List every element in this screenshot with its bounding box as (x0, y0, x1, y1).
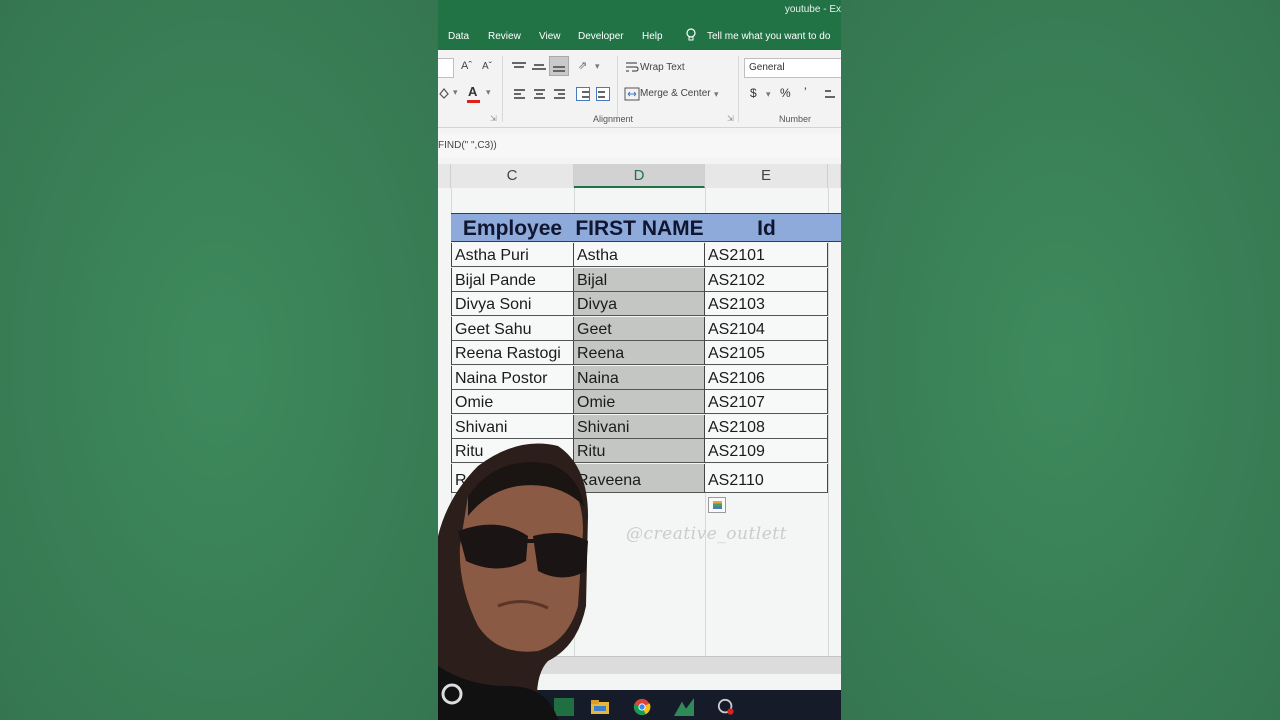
employee-cell[interactable]: Astha Puri (451, 243, 574, 268)
id-cell[interactable]: AS2105 (705, 341, 828, 366)
percent-button[interactable]: % (780, 86, 791, 100)
currency-dropdown-icon[interactable]: ▾ (766, 89, 771, 100)
column-header-d[interactable]: D (574, 164, 705, 188)
employee-cell[interactable]: Omie (451, 390, 574, 415)
first-name-cell[interactable]: Divya (574, 292, 705, 317)
tool-taskbar-icon[interactable] (716, 698, 736, 716)
id-cell[interactable]: AS2108 (705, 415, 828, 440)
employee-cell[interactable]: Bijal Pande (451, 268, 574, 293)
lightbulb-icon (686, 28, 696, 41)
first-name-cell[interactable]: Omie (574, 390, 705, 415)
tell-me-search[interactable]: Tell me what you want to do (707, 31, 830, 42)
top-align-icon[interactable] (512, 60, 526, 72)
chrome-icon[interactable] (632, 698, 652, 716)
font-color-dropdown-icon[interactable]: ▾ (486, 87, 491, 98)
table-row: Omie Omie AS2107 (451, 390, 841, 415)
first-name-cell[interactable]: Bijal (574, 268, 705, 293)
first-name-cell[interactable]: Geet (574, 317, 705, 342)
column-header-f[interactable] (828, 164, 841, 188)
id-cell[interactable]: AS2110 (705, 464, 828, 493)
merge-dropdown-icon[interactable]: ▾ (714, 89, 719, 100)
merge-center-button[interactable]: Merge & Center (640, 88, 711, 99)
title-bar: youtube - Ex (438, 0, 841, 22)
first-name-cell[interactable]: Naina (574, 366, 705, 391)
bottom-align-icon[interactable] (549, 56, 569, 76)
header-id[interactable]: Id (705, 214, 828, 242)
right-background (841, 0, 1280, 720)
table-row: Astha Puri Astha AS2101 (451, 243, 841, 268)
table-row: Reena Rastogi Reena AS2105 (451, 341, 841, 366)
header-employee[interactable]: Employee (451, 214, 574, 242)
table-row: Geet Sahu Geet AS2104 (451, 317, 841, 342)
fill-color-icon[interactable] (438, 86, 454, 100)
window-title: youtube - Ex (784, 4, 841, 15)
menu-help[interactable]: Help (642, 31, 663, 42)
person-overlay-image (438, 443, 588, 720)
fill-color-dropdown-icon[interactable]: ▾ (453, 87, 458, 98)
orientation-dropdown-icon[interactable]: ▾ (595, 61, 600, 72)
employee-cell[interactable]: Naina Postor (451, 366, 574, 391)
font-color-icon[interactable]: A (468, 84, 477, 99)
currency-button[interactable]: $ (750, 86, 757, 100)
wrap-text-button[interactable]: Wrap Text (640, 62, 685, 73)
formula-bar[interactable]: FIND(" ",C3)) (438, 134, 841, 158)
font-size-dropdown[interactable] (438, 58, 454, 78)
increase-indent-icon[interactable] (596, 87, 610, 101)
comma-button[interactable]: ’ (804, 85, 807, 99)
column-header-e[interactable]: E (705, 164, 828, 188)
id-cell[interactable]: AS2106 (705, 366, 828, 391)
align-left-icon[interactable] (514, 88, 526, 100)
increase-decimal-icon[interactable] (825, 88, 837, 100)
table-row: Bijal Pande Bijal AS2102 (451, 268, 841, 293)
employee-cell[interactable]: Reena Rastogi (451, 341, 574, 366)
column-header-c[interactable]: C (451, 164, 574, 188)
first-name-cell[interactable]: Astha (574, 243, 705, 268)
menu-developer[interactable]: Developer (578, 31, 624, 42)
decrease-font-icon[interactable]: Aˇ (482, 61, 492, 72)
wrap-text-icon[interactable] (624, 60, 640, 74)
first-name-cell[interactable]: Reena (574, 341, 705, 366)
align-right-icon[interactable] (554, 88, 566, 100)
formula-text: FIND(" ",C3)) (438, 140, 497, 151)
id-cell[interactable]: AS2101 (705, 243, 828, 268)
ribbon-separator (502, 56, 503, 122)
table-header-row: Employee FIRST NAME Id (451, 213, 841, 242)
increase-font-icon[interactable]: Aˆ (461, 60, 472, 72)
id-cell[interactable]: AS2102 (705, 268, 828, 293)
watermark-handle: @creative_outlett (626, 524, 787, 544)
table-row: Divya Soni Divya AS2103 (451, 292, 841, 317)
excel-window: youtube - Ex Data Review View Developer … (438, 0, 841, 720)
decrease-indent-icon[interactable] (576, 87, 590, 101)
number-group-label: Number (779, 114, 812, 124)
font-color-swatch (467, 100, 480, 103)
menu-review[interactable]: Review (488, 31, 521, 42)
alignment-group-label: Alignment (593, 114, 634, 124)
alignment-launcher-icon[interactable]: ⇲ (727, 114, 734, 123)
menu-data[interactable]: Data (448, 31, 469, 42)
left-background (0, 0, 438, 720)
ribbon-separator (617, 56, 618, 122)
middle-align-icon[interactable] (532, 60, 546, 72)
menu-view[interactable]: View (539, 31, 561, 42)
merge-center-icon[interactable] (624, 87, 640, 101)
number-format-dropdown[interactable]: General (744, 58, 841, 78)
menu-bar: Data Review View Developer Help Tell me … (438, 22, 841, 50)
header-first-name[interactable]: FIRST NAME (574, 214, 705, 242)
row-header-corner (438, 164, 451, 188)
id-cell[interactable]: AS2103 (705, 292, 828, 317)
align-center-icon[interactable] (534, 88, 546, 100)
id-cell[interactable]: AS2107 (705, 390, 828, 415)
ribbon: Aˆ Aˇ ▾ A ▾ ⇲ ⇗ ▾ Wrap Text Merge & Cent… (438, 50, 841, 128)
employee-cell[interactable]: Geet Sahu (451, 317, 574, 342)
id-cell[interactable]: AS2109 (705, 439, 828, 464)
quick-analysis-icon[interactable] (708, 497, 726, 513)
orientation-icon[interactable]: ⇗ (578, 59, 587, 72)
employee-cell[interactable]: Divya Soni (451, 292, 574, 317)
font-launcher-icon[interactable]: ⇲ (490, 114, 497, 123)
id-cell[interactable]: AS2104 (705, 317, 828, 342)
table-row: Naina Postor Naina AS2106 (451, 366, 841, 391)
ribbon-separator (738, 56, 739, 122)
app-taskbar-icon[interactable] (674, 698, 694, 716)
